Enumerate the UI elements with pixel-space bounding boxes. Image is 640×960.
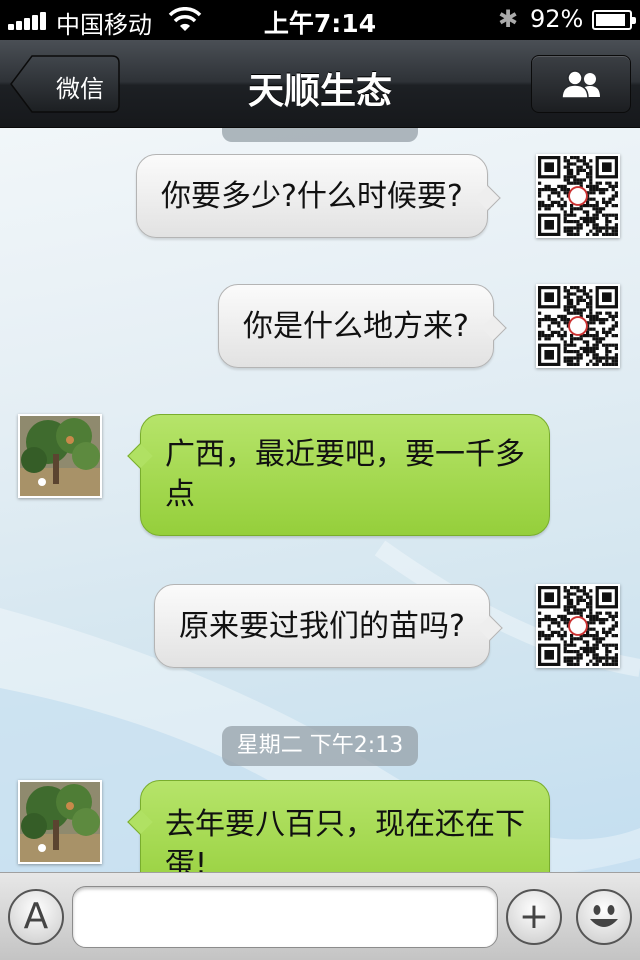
message-text: 原来要过我们的苗吗? [179,609,465,644]
contacts-icon [561,70,600,99]
message-bubble-outgoing[interactable]: 你是什么地方来? [218,284,507,368]
message-bubble-outgoing[interactable]: 原来要过我们的苗吗? [154,584,503,668]
battery-percent: 92% [530,5,584,33]
qr-code-avatar-icon[interactable] [536,154,620,238]
status-bar: 中国移动 上午7:14 ✱ 92% [0,0,640,40]
battery-icon [592,10,636,30]
input-bar: A + [0,872,640,960]
voice-toggle-label: A [23,896,49,937]
message-text: 你是什么地方来? [243,309,469,344]
back-button-label: 微信 [56,75,104,103]
voice-keyboard-toggle-button[interactable]: A [8,889,64,945]
message-bubble-incoming[interactable]: 广西，最近要吧，要一千多点 [127,414,550,536]
chat-area[interactable]: 你要多少?什么时候要? 你是什么地方来? 广西，最近要吧，要一千多点 原来要过我… [0,128,640,872]
tree-photo-avatar-icon[interactable] [18,780,102,864]
add-label: + [518,896,550,937]
battery-level [596,14,625,26]
tree-photo-avatar-icon[interactable] [18,414,102,498]
timestamp-top-clipped [222,128,418,142]
message-input[interactable] [72,886,498,948]
message-text: 广西，最近要吧，要一千多点 [165,437,525,512]
message-text: 你要多少?什么时候要? [161,179,463,214]
chat-members-button[interactable] [531,55,631,113]
chat-title: 天顺生态 [247,71,392,112]
message-bubble-outgoing[interactable]: 你要多少?什么时候要? [136,154,501,238]
nav-bar: 微信 天顺生态 [0,40,640,128]
qr-code-avatar-icon[interactable] [536,584,620,668]
bluetooth-icon: ✱ [498,5,519,33]
smiley-icon [590,905,618,927]
add-attachment-button[interactable]: + [506,889,562,945]
emoji-button[interactable] [576,889,632,945]
message-bubble-incoming[interactable]: 去年要八百只，现在还在下蛋! [127,780,550,872]
back-button[interactable]: 微信 [10,55,120,113]
qr-code-avatar-icon[interactable] [536,284,620,368]
message-timestamp: 星期二 下午2:13 [222,726,418,766]
message-text: 去年要八百只，现在还在下蛋! [165,807,525,872]
